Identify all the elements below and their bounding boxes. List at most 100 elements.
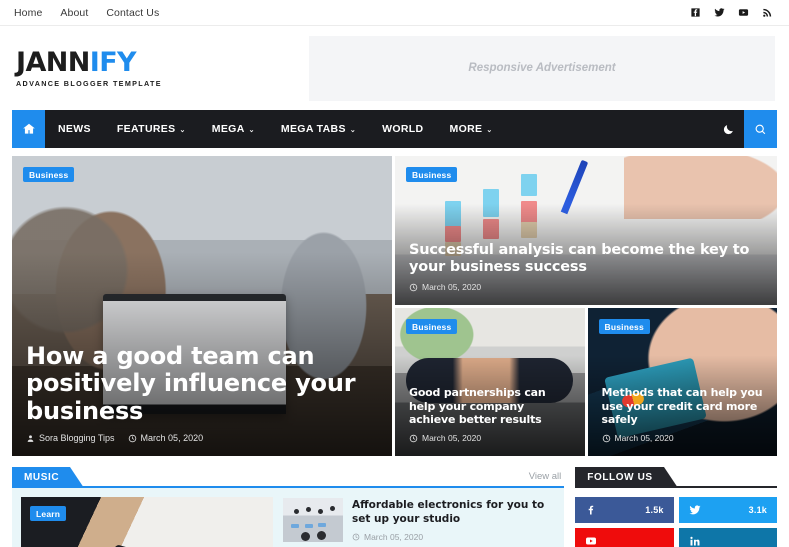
chevron-down-icon: ⌄ — [349, 127, 357, 134]
nav-item-label: WORLD — [382, 123, 424, 135]
featured-bottom-row: Business Good partnerships can help your… — [395, 308, 777, 456]
nav-item-label: NEWS — [58, 123, 91, 135]
logo-part-1: JANN — [16, 46, 90, 78]
top-nav-link-contact[interactable]: Contact Us — [106, 7, 159, 19]
music-item-date: March 05, 2020 — [352, 532, 555, 542]
music-section-body: Learn Affordable electronics for you to … — [12, 488, 565, 547]
category-badge[interactable]: Business — [406, 319, 458, 334]
featured-hero-card[interactable]: Business How a good team can positively … — [12, 156, 392, 456]
partnership-info: March 05, 2020 — [409, 433, 571, 443]
advertisement-banner: Responsive Advertisement — [309, 35, 775, 101]
top-nav-link-home[interactable]: Home — [14, 7, 42, 19]
rss-icon[interactable] — [762, 7, 773, 18]
category-badge[interactable]: Business — [406, 167, 458, 182]
hero-date-label: March 05, 2020 — [140, 433, 204, 443]
partnership-date-label: March 05, 2020 — [422, 433, 482, 443]
logo-text: JANNIFY — [16, 49, 289, 76]
twitter-icon[interactable] — [714, 7, 725, 18]
dark-mode-toggle[interactable] — [712, 110, 744, 148]
list-item[interactable]: Affordable electronics for you to set up… — [283, 498, 555, 542]
hero-info: Sora Blogging Tips March 05, 2020 — [26, 433, 378, 443]
follow-buttons-grid: 1.5k 3.1k — [575, 488, 777, 547]
analysis-date: March 05, 2020 — [409, 282, 481, 292]
nav-item-label: MEGA — [211, 123, 245, 135]
partnership-title[interactable]: Good partnerships can help your company … — [409, 386, 571, 427]
nav-item-news[interactable]: NEWS — [45, 110, 104, 148]
nav-item-mega[interactable]: MEGA ⌄ — [199, 110, 268, 148]
music-view-all-link[interactable]: View all — [529, 471, 562, 482]
music-item-title[interactable]: Affordable electronics for you to set up… — [352, 499, 555, 527]
nav-item-more[interactable]: MORE ⌄ — [436, 110, 505, 148]
hero-date: March 05, 2020 — [128, 433, 204, 443]
follow-button-linkedin[interactable] — [678, 528, 777, 547]
music-lead-image — [21, 497, 273, 547]
logo-tagline: ADVANCE BLOGGER TEMPLATE — [16, 78, 162, 88]
hero-meta: How a good team can positively influence… — [12, 342, 392, 456]
site-header: JANNIFY ADVANCE BLOGGER TEMPLATE Respons… — [0, 26, 789, 110]
credit-card-meta: Methods that can help you use your credi… — [588, 386, 778, 456]
youtube-icon[interactable] — [738, 7, 749, 18]
user-icon — [27, 434, 34, 442]
chevron-down-icon: ⌄ — [486, 127, 493, 134]
youtube-icon — [586, 537, 597, 545]
follow-button-twitter[interactable]: 3.1k — [678, 497, 777, 523]
follow-us-widget: FOLLOW US 1.5k 3.1k — [575, 467, 777, 547]
main-navigation: NEWS FEATURES ⌄ MEGA ⌄ MEGA TABS ⌄ WORLD… — [12, 110, 777, 148]
nav-item-world[interactable]: WORLD — [369, 110, 436, 148]
twitter-icon — [689, 505, 701, 515]
mixer-image — [283, 498, 343, 542]
featured-card-partnerships[interactable]: Business Good partnerships can help your… — [395, 308, 585, 456]
featured-card-credit-card[interactable]: Business Methods that can help you use y… — [587, 308, 778, 456]
nav-home-button[interactable] — [12, 110, 45, 148]
music-article-list: Affordable electronics for you to set up… — [283, 497, 555, 547]
nav-item-label: FEATURES — [116, 123, 176, 135]
analysis-title[interactable]: Successful analysis can become the key t… — [409, 242, 763, 276]
music-lead-card[interactable]: Learn — [21, 497, 273, 547]
top-bar: Home About Contact Us — [0, 0, 789, 26]
music-item-date-label: March 05, 2020 — [364, 531, 424, 542]
analysis-info: March 05, 2020 — [409, 282, 763, 292]
hero-author: Sora Blogging Tips — [26, 433, 115, 443]
lower-section: MUSIC View all Learn Affordable electron… — [12, 467, 777, 547]
top-nav-link-about[interactable]: About — [60, 7, 88, 19]
home-icon — [22, 123, 35, 134]
facebook-icon[interactable] — [690, 7, 701, 18]
featured-left-column: Business How a good team can positively … — [12, 156, 392, 456]
music-section-header: MUSIC View all — [12, 467, 565, 488]
featured-right-column: Business Successful analysis can become … — [395, 156, 777, 456]
featured-posts-grid: Business How a good team can positively … — [12, 156, 777, 456]
category-badge[interactable]: Learn — [30, 506, 67, 521]
hero-title[interactable]: How a good team can positively influence… — [26, 342, 378, 426]
follow-section-tab[interactable]: FOLLOW US — [575, 467, 679, 488]
nav-item-features[interactable]: FEATURES ⌄ — [104, 110, 199, 148]
analysis-date-label: March 05, 2020 — [422, 282, 482, 292]
credit-card-info: March 05, 2020 — [602, 433, 764, 443]
nav-item-mega-tabs[interactable]: MEGA TABS ⌄ — [268, 110, 369, 148]
follow-section-header: FOLLOW US — [575, 467, 777, 488]
page-root: Home About Contact Us JANNIFY ADVANCE BL… — [0, 0, 789, 547]
clock-icon — [602, 434, 610, 442]
clock-icon — [352, 533, 360, 541]
music-item-text: Affordable electronics for you to set up… — [352, 498, 555, 542]
section-rule — [12, 486, 565, 488]
site-logo[interactable]: JANNIFY ADVANCE BLOGGER TEMPLATE — [14, 49, 289, 88]
analysis-meta: Successful analysis can become the key t… — [395, 242, 777, 305]
music-section: MUSIC View all Learn Affordable electron… — [12, 467, 565, 547]
clock-icon — [128, 434, 136, 442]
top-nav: Home About Contact Us — [8, 7, 159, 19]
follow-count-twitter: 3.1k — [748, 505, 767, 515]
chevron-down-icon: ⌄ — [179, 127, 186, 134]
featured-card-analysis[interactable]: Business Successful analysis can become … — [395, 156, 777, 305]
search-icon — [755, 124, 766, 134]
search-button[interactable] — [744, 110, 777, 148]
moon-icon — [723, 124, 733, 134]
follow-button-facebook[interactable]: 1.5k — [575, 497, 674, 523]
follow-button-youtube[interactable] — [575, 528, 674, 547]
top-social-links — [690, 7, 777, 18]
category-badge[interactable]: Business — [23, 167, 75, 182]
credit-card-title[interactable]: Methods that can help you use your credi… — [602, 386, 764, 427]
music-section-tab[interactable]: MUSIC — [12, 467, 85, 488]
category-badge[interactable]: Business — [598, 319, 650, 334]
nav-actions — [712, 110, 777, 148]
music-item-thumbnail — [283, 498, 343, 542]
